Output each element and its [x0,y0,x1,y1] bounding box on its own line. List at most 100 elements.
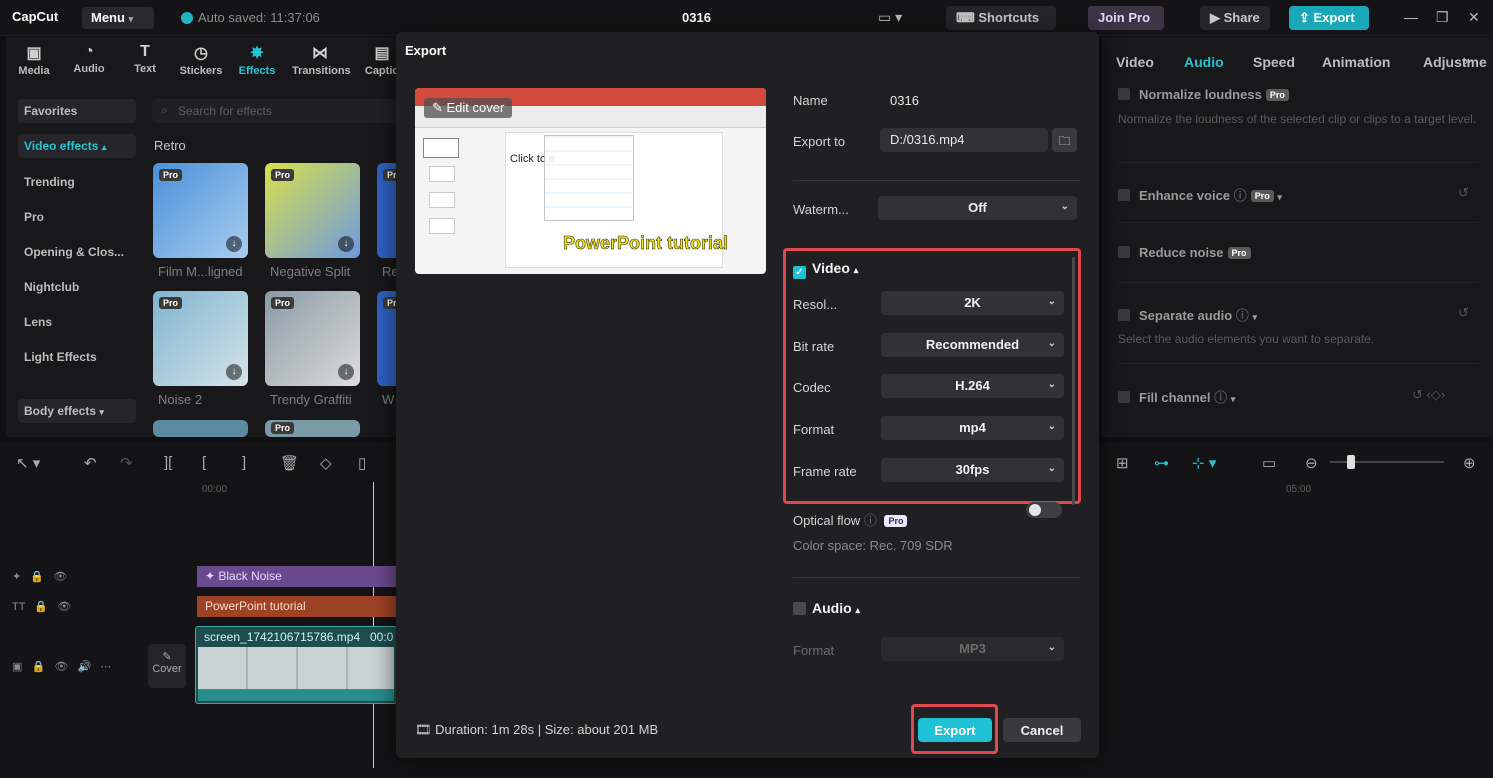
redo-icon[interactable]: ↷ [120,454,133,472]
download-icon[interactable]: ↓ [226,364,242,380]
snap-icon[interactable]: ⊞ [1116,454,1129,472]
sidebar-item-body-effects[interactable]: Body effects ▾ [18,399,136,423]
toolbar-audio[interactable]: ◔ Audio [61,43,117,75]
tab-video[interactable]: Video [1116,54,1154,70]
video-track-controls[interactable]: ▣ 🔒 👁 🔊 ⋯ [12,660,111,673]
toolbar-stickers[interactable]: ◷ Stickers [173,43,229,77]
checkbox[interactable] [793,602,806,615]
split-icon[interactable]: ][ [164,454,172,471]
sidebar-item-pro[interactable]: Pro [18,205,136,229]
sidebar-item-lens[interactable]: Lens [18,310,136,334]
link-icon[interactable]: ⊶ [1154,454,1169,472]
delete-icon[interactable]: 🗑 [280,454,299,472]
join-pro-button[interactable]: Join Pro [1088,6,1164,30]
audio-section-toggle[interactable]: Audio ▴ [793,600,860,616]
close-icon[interactable]: ✕ [1468,9,1480,26]
split-left-icon[interactable]: [ [202,454,206,471]
effect-clip[interactable]: ✦ Black Noise [197,566,397,587]
freeze-icon[interactable]: ▯ [358,454,366,472]
playhead[interactable] [373,482,374,768]
settings-scrollbar[interactable] [1072,257,1075,505]
zoom-slider-handle[interactable] [1347,455,1355,469]
checkbox[interactable] [1118,309,1130,321]
menu-button[interactable]: Menu ▾ [82,7,154,29]
magnet-icon[interactable]: ⊹ ▾ [1192,454,1216,472]
effect-thumb-film[interactable]: Pro ↓ [153,163,248,258]
more-tabs-icon[interactable]: » [1464,53,1471,68]
option-reduce-noise[interactable]: Reduce noise Pro [1118,245,1251,260]
watermark-select[interactable]: Off ⌄ [878,196,1077,220]
checkbox[interactable] [1118,246,1130,258]
sidebar-item-nightclub[interactable]: Nightclub [18,275,136,299]
tab-adjustment[interactable]: Adjustme [1423,54,1487,70]
sidebar-item-trending[interactable]: Trending [18,170,136,194]
zoom-out-icon[interactable]: ⊖ [1305,454,1318,472]
checkbox-checked-icon[interactable]: ✓ [793,266,806,279]
effect-thumb-partial[interactable] [153,420,248,437]
optical-flow-toggle[interactable] [1026,502,1062,518]
preview-icon[interactable]: ▭ [1262,454,1276,472]
select-tool-icon[interactable]: ↖ ▾ [16,454,40,472]
effect-thumb-trendy-graffiti[interactable]: Pro ↓ [265,291,360,386]
format-select[interactable]: mp4 ⌄ [881,416,1064,440]
export-top-button[interactable]: ⇪ Export [1289,6,1369,30]
sidebar-item-opening[interactable]: Opening & Clos... [18,240,136,264]
checkbox[interactable] [1118,189,1130,201]
edit-cover-button[interactable]: ✎ Edit cover [424,98,513,118]
download-icon[interactable]: ↓ [338,364,354,380]
reset-icon[interactable]: ↺ [1458,305,1469,321]
tab-animation[interactable]: Animation [1322,54,1390,70]
sidebar-item-light-effects[interactable]: Light Effects [18,345,136,369]
option-separate-audio[interactable]: Separate audio ⓘ ▾ [1118,305,1257,324]
effect-thumb-negative-split[interactable]: Pro ↓ [265,163,360,258]
cover-button[interactable]: ✎ Cover [148,644,186,688]
option-description: Select the audio elements you want to se… [1118,332,1375,346]
effect-clip-icon: ✦ [205,569,219,583]
export-button[interactable]: Export [918,718,992,742]
effect-thumb-noise-2[interactable]: Pro ↓ [153,291,248,386]
export-path-field[interactable]: D:/0316.mp4 [880,128,1048,152]
video-clip[interactable]: screen_1742106715786.mp4 00:0 [195,626,397,704]
resolution-select[interactable]: 2K ⌄ [881,291,1064,315]
divider [1118,282,1478,283]
audio-format-select[interactable]: MP3 ⌄ [881,637,1064,661]
sidebar-item-favorites[interactable]: Favorites [18,99,136,123]
text-track-controls[interactable]: TT 🔒 👁 [12,600,71,613]
shortcuts-button[interactable]: ⌨ Shortcuts [946,6,1056,30]
toolbar-effects[interactable]: ✸ Effects [229,43,285,77]
share-button[interactable]: ▶ Share [1200,6,1270,30]
effect-thumb-partial[interactable]: Pro [265,420,360,437]
reset-icon[interactable]: ↺ [1458,185,1469,201]
checkbox[interactable] [1118,391,1130,403]
option-fill-channel[interactable]: Fill channel ⓘ ▾ [1118,387,1235,406]
sidebar-item-video-effects[interactable]: Video effects ▴ [18,134,136,158]
video-section-toggle[interactable]: ✓ Video ▴ [793,260,858,279]
toolbar-text[interactable]: T Text [117,43,173,75]
shield-icon[interactable]: ◇ [320,454,332,472]
zoom-in-icon[interactable]: ⊕ [1463,454,1476,472]
split-right-icon[interactable]: ] [242,454,246,471]
maximize-icon[interactable]: ❐ [1436,9,1449,26]
toolbar-media[interactable]: ▣ Media [6,43,62,77]
tab-audio[interactable]: Audio [1184,54,1224,70]
folder-icon[interactable]: 🗀 [1052,128,1077,152]
framerate-select[interactable]: 30fps ⌄ [881,458,1064,482]
download-icon[interactable]: ↓ [226,236,242,252]
option-normalize-loudness[interactable]: Normalize loudness Pro [1118,87,1289,102]
toolbar-transitions[interactable]: ⋈ Transitions [292,43,351,77]
keyframe-icon[interactable]: ↺ ‹◇› [1412,387,1445,403]
layout-icon[interactable]: ▭ ▾ [878,9,902,26]
cancel-button[interactable]: Cancel [1003,718,1081,742]
option-enhance-voice[interactable]: Enhance voice ⓘ Pro ▾ [1118,185,1282,204]
bitrate-select[interactable]: Recommended ⌄ [881,333,1064,357]
effect-track-controls[interactable]: ✦ 🔒 👁 [12,570,67,583]
text-clip[interactable]: PowerPoint tutorial [197,596,397,617]
checkbox[interactable] [1118,88,1130,100]
undo-icon[interactable]: ↶ [84,454,97,472]
minimize-icon[interactable]: — [1404,9,1418,25]
name-field[interactable]: 0316 [890,93,919,108]
search-input[interactable]: ⌕ Search for effects [152,99,402,123]
codec-select[interactable]: H.264 ⌄ [881,374,1064,398]
download-icon[interactable]: ↓ [338,236,354,252]
tab-speed[interactable]: Speed [1253,54,1295,70]
